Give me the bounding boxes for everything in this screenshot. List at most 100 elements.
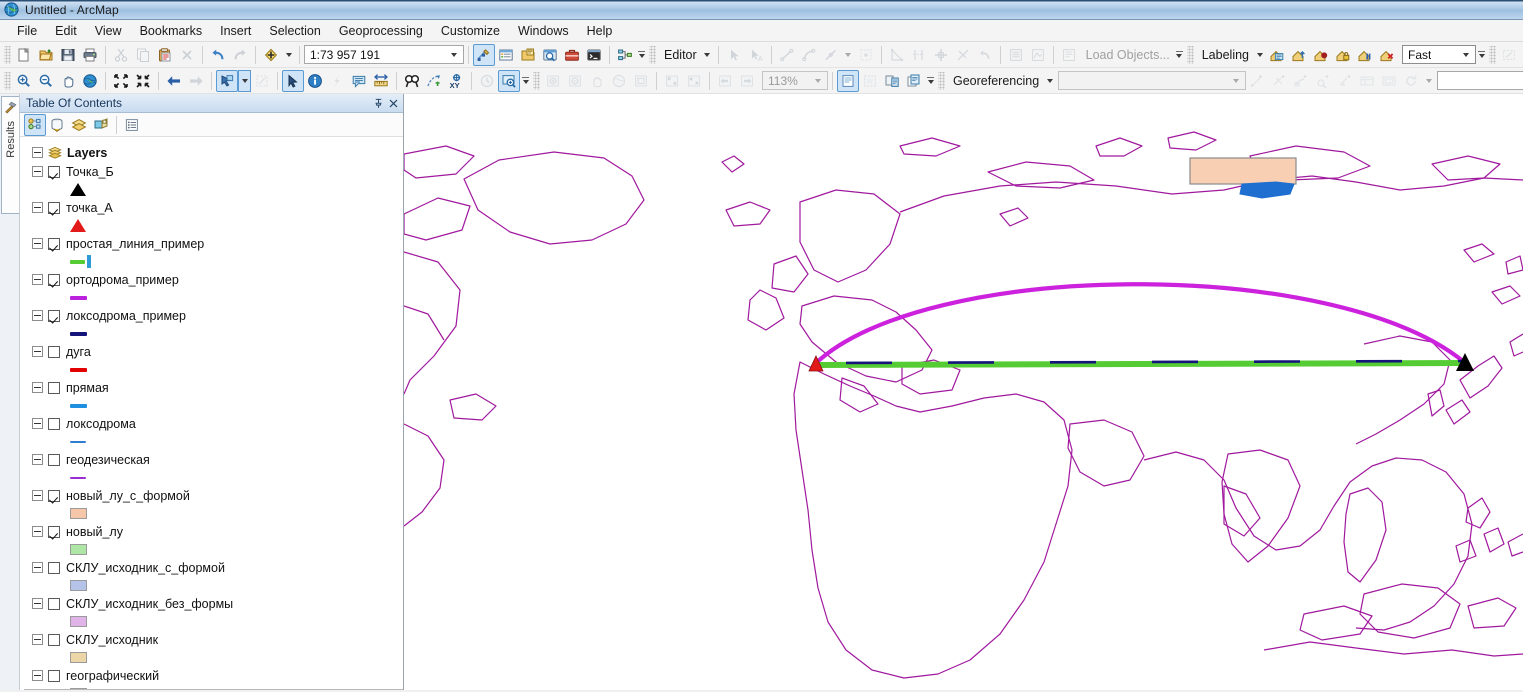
zoom-page-width-icon[interactable] [683,70,705,92]
view-unplaced-labels-icon[interactable] [1376,44,1398,66]
load-objects-button[interactable]: Load Objects... [1080,46,1174,64]
georeferencing-layer-combo[interactable] [1058,71,1247,90]
toc-options-button[interactable] [121,114,143,136]
expand-collapse-icon[interactable] [32,147,43,158]
toc-layer-row[interactable]: локсодрома_пример [24,306,403,325]
expand-collapse-icon[interactable] [32,598,43,609]
layer-symbol-row[interactable] [24,361,403,378]
layer-visibility-checkbox[interactable] [48,633,60,646]
chevron-down-icon[interactable] [1229,73,1243,88]
menu-windows[interactable]: Windows [509,21,578,41]
pause-labeling-icon[interactable] [1354,44,1376,66]
toc-layer-row[interactable]: новый_лу [24,522,403,541]
layout-full-extent-icon[interactable] [608,70,630,92]
time-slider-icon[interactable] [476,70,498,92]
delete-icon[interactable] [176,44,198,66]
layer-symbol-row[interactable] [24,397,403,414]
menu-customize[interactable]: Customize [432,21,509,41]
expand-collapse-icon[interactable] [32,490,43,501]
map-data-frame[interactable] [404,94,1523,690]
list-by-source-tab[interactable] [46,114,68,136]
labeling-menu-dropdown[interactable] [1253,44,1266,66]
edit-annotation-icon[interactable]: A [745,44,767,66]
delete-link-icon[interactable] [1334,70,1356,92]
label-manager-icon[interactable] [1266,44,1288,66]
labeling-toolbar-grip[interactable] [1186,45,1194,64]
arc-segment-icon[interactable] [798,44,820,66]
undo-icon[interactable] [207,44,229,66]
undo-edit-icon[interactable] [974,44,996,66]
labeling-menu[interactable]: Labeling [1196,46,1253,64]
map-canvas[interactable] [404,94,1523,690]
menu-help[interactable]: Help [578,21,622,41]
toc-layer-row[interactable]: локсодрома [24,414,403,433]
toc-layer-row[interactable]: точка_А [24,198,403,217]
layer-visibility-checkbox[interactable] [48,273,60,286]
layout-fixed-zoom-icon[interactable] [630,70,652,92]
map-scale-combo[interactable]: 1:73 957 191 [304,45,464,64]
redo-icon[interactable] [229,44,251,66]
link-table-icon[interactable] [1356,70,1378,92]
rotate-raster-dropdown[interactable] [1422,70,1435,92]
menu-geoprocessing[interactable]: Geoprocessing [330,21,432,41]
point-snap-icon[interactable] [855,44,877,66]
expand-collapse-icon[interactable] [32,346,43,357]
rotate-raster-icon[interactable] [1400,70,1422,92]
menu-insert[interactable]: Insert [211,21,260,41]
layer-symbol-row[interactable] [24,253,403,270]
auto-register-icon[interactable] [1268,70,1290,92]
list-by-selection-tab[interactable] [90,114,112,136]
go-forward-extent-icon[interactable] [185,70,207,92]
expand-collapse-icon[interactable] [32,562,43,573]
toolbar-grip[interactable] [4,45,11,64]
toggle-draft-mode-icon[interactable] [837,69,859,92]
expand-collapse-icon[interactable] [32,454,43,465]
georeferencing-menu[interactable]: Georeferencing [947,72,1043,90]
list-by-visibility-tab[interactable] [68,114,90,136]
expand-collapse-icon[interactable] [32,526,43,537]
straight-segment-icon[interactable] [776,44,798,66]
layer-symbol-row[interactable] [24,685,403,689]
layer-visibility-checkbox[interactable] [48,525,60,538]
layout-zoom-percent-combo[interactable]: 113% [762,71,828,90]
zoom-to-links-icon[interactable] [1312,70,1334,92]
rotate-icon[interactable] [930,44,952,66]
lock-labels-icon[interactable] [1332,44,1354,66]
layer-visibility-checkbox[interactable] [48,417,60,430]
new-map-icon[interactable] [13,44,35,66]
construct-geometry-icon[interactable] [886,44,908,66]
layer-symbol-row[interactable] [24,289,403,306]
create-features-icon[interactable] [1058,44,1080,66]
copy-icon[interactable] [132,44,154,66]
layer-visibility-checkbox[interactable] [48,489,60,502]
expand-collapse-icon[interactable] [32,634,43,645]
menu-selection[interactable]: Selection [260,21,329,41]
list-by-drawing-order-tab[interactable] [24,113,46,136]
toc-layer-row[interactable]: прямая [24,378,403,397]
full-extent-icon[interactable] [79,70,101,92]
fixed-zoom-in-icon[interactable] [110,70,132,92]
label-engine-quality-combo[interactable]: Fast [1402,45,1476,64]
new-lu-polygon[interactable] [1239,181,1295,199]
catalog-icon[interactable] [517,44,539,66]
select-features-icon[interactable] [216,69,238,92]
layer-visibility-checkbox[interactable] [48,597,60,610]
expand-collapse-icon[interactable] [32,238,43,249]
select-features-dropdown[interactable] [238,69,251,92]
layer-visibility-checkbox[interactable] [48,669,60,682]
layer-visibility-checkbox[interactable] [48,309,60,322]
view-link-table-icon[interactable] [1290,70,1312,92]
attributes-icon[interactable] [1005,44,1027,66]
layer-symbol-row[interactable] [24,649,403,666]
labeling-toolbar-overflow-button[interactable] [1476,44,1487,66]
expand-collapse-icon[interactable] [32,670,43,681]
add-data-icon[interactable] [260,44,282,66]
expand-collapse-icon[interactable] [32,310,43,321]
paste-icon[interactable] [154,44,176,66]
chevron-down-icon[interactable] [811,73,825,88]
toc-layer-row[interactable]: СКЛУ_исходник_без_формы [24,594,403,613]
layer-symbol-row[interactable] [24,433,403,450]
layer-visibility-checkbox[interactable] [48,381,60,394]
edit-tool-icon[interactable] [723,44,745,66]
editor-menu[interactable]: Editor [658,46,701,64]
